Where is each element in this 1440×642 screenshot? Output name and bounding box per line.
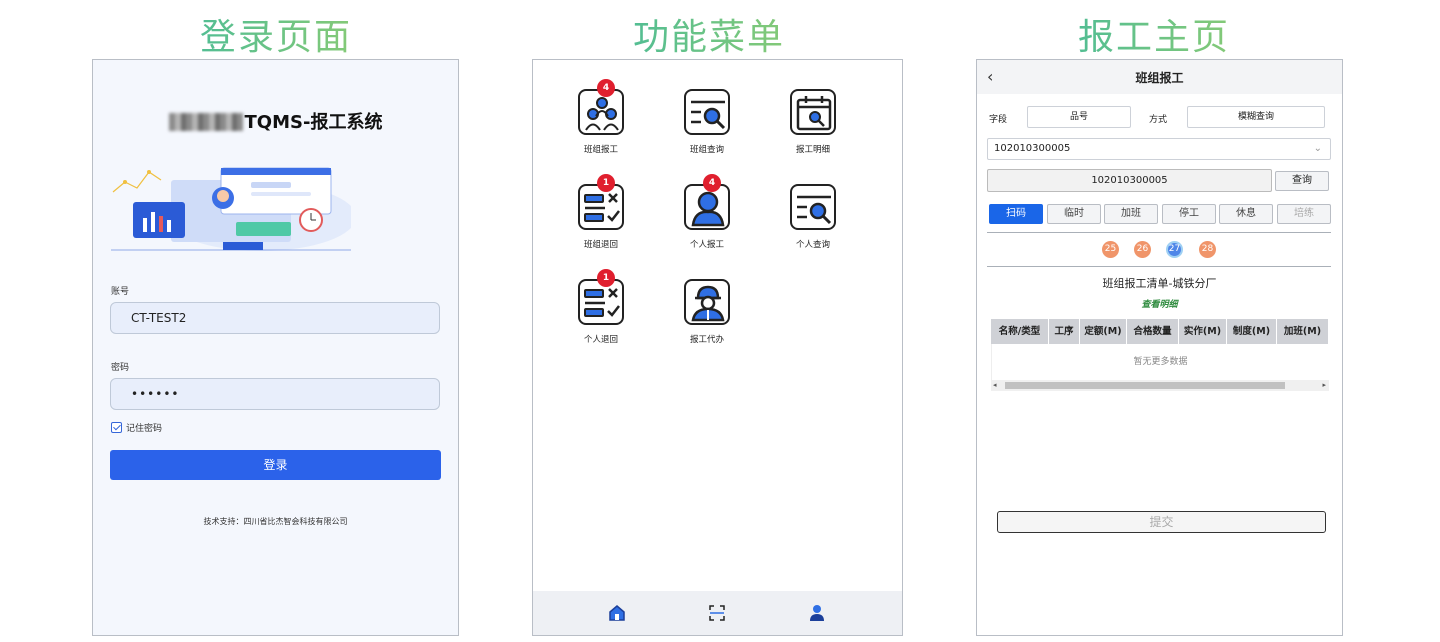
menu-item-personal-report[interactable]: 4 个人报工 xyxy=(667,174,747,250)
blurred-company-name xyxy=(168,113,243,131)
view-detail-link[interactable]: 查看明细 xyxy=(977,297,1342,310)
badge-count: 4 xyxy=(703,174,721,192)
team-icon: 4 xyxy=(578,79,624,135)
table-header: 名称/类型 工序 定额(M) 合格数量 实作(M) 制度(M) 加班(M) xyxy=(991,319,1329,344)
calendar-search-icon xyxy=(790,89,836,135)
password-label: 密码 xyxy=(111,363,130,373)
login-screen: TQMS-报工系统 账号 CT-TEST2 密码 •••••• 记住密码 登录 … xyxy=(92,59,459,636)
day-chip[interactable]: 26 xyxy=(1134,241,1151,258)
menu-label: 报工明细 xyxy=(795,145,830,155)
list-title: 班组报工清单-城铁分厂 xyxy=(1102,277,1217,290)
item-number-input[interactable]: 102010300005 xyxy=(987,169,1272,192)
app-title: TQMS-报工系统 xyxy=(93,108,458,134)
segment-training[interactable]: 培练 xyxy=(1277,204,1331,224)
mode-label: 方式 xyxy=(1149,115,1168,125)
report-title: 班组报工 xyxy=(1135,71,1184,85)
list-return-icon: 1 xyxy=(578,269,624,325)
divider xyxy=(987,232,1331,233)
horizontal-scrollbar[interactable]: ◂ ▸ xyxy=(991,380,1329,391)
report-header: ‹ 班组报工 xyxy=(977,60,1342,94)
password-field[interactable]: •••••• xyxy=(110,378,440,410)
login-heading: 登录页面 xyxy=(126,8,426,60)
badge-count: 4 xyxy=(597,79,615,97)
day-chip-selected[interactable]: 27 xyxy=(1166,241,1183,258)
table-body: 暂无更多数据 xyxy=(991,344,1329,380)
submit-button[interactable]: 提交 xyxy=(997,511,1326,533)
home-icon[interactable] xyxy=(607,603,627,623)
column-header: 合格数量 xyxy=(1127,319,1179,344)
menu-label: 个人报工 xyxy=(689,240,724,250)
menu-item-team-report[interactable]: 4 班组报工 xyxy=(561,79,641,155)
menu-label: 班组查询 xyxy=(689,145,724,155)
segment-scan[interactable]: 扫码 xyxy=(989,204,1043,224)
login-illustration xyxy=(111,167,351,251)
person-icon: 4 xyxy=(684,174,730,230)
chevron-down-icon: ⌄ xyxy=(1313,143,1322,154)
remember-password[interactable]: 记住密码 xyxy=(111,421,162,434)
login-button[interactable]: 登录 xyxy=(110,450,441,480)
day-chip[interactable]: 25 xyxy=(1102,241,1119,258)
column-header: 名称/类型 xyxy=(991,319,1049,344)
scroll-thumb[interactable] xyxy=(1005,382,1285,389)
menu-screen: 4 班组报工 班组查询 报工明细 1 班组退回 4 个人报工 个人查询 1 个人… xyxy=(532,59,903,636)
mode-select[interactable]: 模糊查询 xyxy=(1187,106,1325,128)
bottom-tab-bar xyxy=(533,591,902,635)
support-text: 技术支持：四川省比杰智会科技有限公司 xyxy=(203,517,348,526)
menu-item-report-detail[interactable]: 报工明细 xyxy=(773,89,853,155)
segment-stoppage[interactable]: 停工 xyxy=(1162,204,1216,224)
list-return-icon: 1 xyxy=(578,174,624,230)
app-title-text: TQMS-报工系统 xyxy=(244,112,383,133)
segment-temporary[interactable]: 临时 xyxy=(1047,204,1101,224)
scroll-right-icon[interactable]: ▸ xyxy=(1322,380,1326,391)
empty-text: 暂无更多数据 xyxy=(1133,357,1188,367)
column-header: 实作(M) xyxy=(1179,319,1227,344)
report-screen: ‹ 班组报工 字段 品号 方式 模糊查询 102010300005 ⌄ 1020… xyxy=(976,59,1343,636)
menu-item-report-agent[interactable]: 报工代办 xyxy=(667,279,747,345)
segment-rest[interactable]: 休息 xyxy=(1219,204,1273,224)
menu-item-team-query[interactable]: 班组查询 xyxy=(667,89,747,155)
field-label: 字段 xyxy=(989,115,1008,125)
report-heading: 报工主页 xyxy=(1004,8,1304,60)
field-select[interactable]: 品号 xyxy=(1027,106,1131,128)
item-number-value: 102010300005 xyxy=(994,143,1071,154)
remember-label: 记住密码 xyxy=(126,424,163,434)
worker-icon xyxy=(684,279,730,325)
item-number-select[interactable]: 102010300005 ⌄ xyxy=(987,138,1331,160)
account-field[interactable]: CT-TEST2 xyxy=(110,302,440,334)
menu-label: 报工代办 xyxy=(689,335,724,345)
menu-label: 班组报工 xyxy=(583,145,618,155)
menu-item-personal-return[interactable]: 1 个人退回 xyxy=(561,269,641,345)
menu-label: 个人退回 xyxy=(583,335,618,345)
column-header: 定额(M) xyxy=(1080,319,1127,344)
badge-count: 1 xyxy=(597,269,615,287)
badge-count: 1 xyxy=(597,174,615,192)
account-label: 账号 xyxy=(111,287,130,297)
segment-overtime[interactable]: 加班 xyxy=(1104,204,1158,224)
menu-item-team-return[interactable]: 1 班组退回 xyxy=(561,174,641,250)
divider xyxy=(987,266,1331,267)
column-header: 工序 xyxy=(1049,319,1080,344)
query-button[interactable]: 查询 xyxy=(1275,171,1329,191)
column-header: 加班(M) xyxy=(1277,319,1329,344)
scan-icon[interactable] xyxy=(707,603,727,623)
list-search-icon xyxy=(790,184,836,230)
menu-item-personal-query[interactable]: 个人查询 xyxy=(773,184,853,250)
day-chip[interactable]: 28 xyxy=(1199,241,1216,258)
scroll-left-icon[interactable]: ◂ xyxy=(993,380,997,391)
remember-checkbox[interactable] xyxy=(111,422,122,433)
list-search-icon xyxy=(684,89,730,135)
menu-heading: 功能菜单 xyxy=(559,8,859,60)
menu-label: 个人查询 xyxy=(795,240,830,250)
menu-label: 班组退回 xyxy=(583,240,618,250)
column-header: 制度(M) xyxy=(1227,319,1277,344)
user-icon[interactable] xyxy=(807,603,827,623)
